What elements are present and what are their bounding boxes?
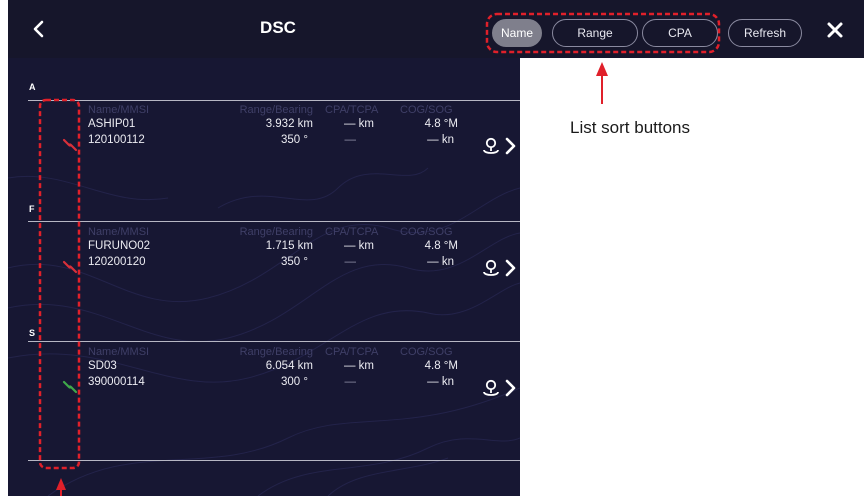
screen: DSC Name Range CPA Refresh A Name/MMSI R… — [0, 0, 864, 496]
list-bottom-divider — [28, 460, 520, 461]
locate-pin-icon[interactable] — [482, 136, 500, 156]
section-letter-a: A — [29, 82, 36, 92]
range-bearing-header: Range/Bearing — [239, 226, 313, 238]
cog-sog-header: COG/SOG — [400, 346, 453, 358]
range-bearing-header: Range/Bearing — [239, 104, 313, 116]
name-mmsi-header: Name/MMSI — [88, 226, 150, 238]
vessel-link-icon — [62, 138, 78, 152]
cpa-tcpa-header: CPA/TCPA — [325, 104, 379, 116]
sog-value: — kn — [427, 376, 454, 388]
tcpa-value: — — [344, 134, 357, 146]
dsc-list-panel[interactable]: A Name/MMSI Range/Bearing CPA/TCPA COG/S… — [8, 58, 520, 496]
chevron-right-icon[interactable] — [504, 378, 516, 398]
list-item[interactable]: Name/MMSI Range/Bearing CPA/TCPA COG/SOG… — [8, 346, 520, 426]
vessel-link-icon — [62, 380, 78, 394]
list-item[interactable]: Name/MMSI Range/Bearing CPA/TCPA COG/SOG… — [8, 104, 520, 184]
section-letter-s: S — [29, 328, 36, 338]
chevron-right-icon[interactable] — [504, 136, 516, 156]
tcpa-value: — — [344, 256, 357, 268]
range-value: 3.932 km — [265, 118, 313, 130]
name-mmsi-header: Name/MMSI — [88, 346, 150, 358]
cog-value: 4.8 °M — [424, 360, 458, 372]
cog-value: 4.8 °M — [424, 118, 458, 130]
cpa-value: — km — [343, 118, 374, 130]
sort-by-cpa-button[interactable]: CPA — [642, 19, 718, 47]
range-value: 6.054 km — [265, 360, 313, 372]
range-value: 1.715 km — [265, 240, 313, 252]
sort-by-name-button[interactable]: Name — [492, 19, 542, 47]
section-divider — [28, 100, 520, 101]
page-title: DSC — [260, 18, 296, 37]
vessel-mmsi: 120100112 — [88, 134, 145, 146]
cog-value: 4.8 °M — [424, 240, 458, 252]
annotation-label: List sort buttons — [570, 118, 691, 137]
list-item[interactable]: Name/MMSI Range/Bearing CPA/TCPA COG/SOG… — [8, 226, 520, 306]
vessel-name: ASHIP01 — [88, 118, 136, 130]
range-bearing-header: Range/Bearing — [239, 346, 313, 358]
section-letter-f: F — [29, 204, 35, 214]
vessel-mmsi: 390000114 — [88, 376, 145, 388]
bearing-value: 350 ° — [281, 134, 308, 146]
sog-value: — kn — [427, 134, 454, 146]
section-divider — [28, 221, 520, 222]
locate-pin-icon[interactable] — [482, 258, 500, 278]
vessel-mmsi: 120200120 — [88, 256, 146, 268]
vessel-link-icon — [62, 260, 78, 274]
chevron-right-icon[interactable] — [504, 258, 516, 278]
sog-value: — kn — [427, 256, 454, 268]
refresh-button[interactable]: Refresh — [728, 19, 802, 47]
locate-pin-icon[interactable] — [482, 378, 500, 398]
title-bar: DSC Name Range CPA Refresh — [8, 0, 864, 58]
tcpa-value: — — [344, 376, 357, 388]
cpa-tcpa-header: CPA/TCPA — [325, 226, 379, 238]
vessel-name: SD03 — [88, 360, 117, 372]
cpa-value: — km — [343, 360, 374, 372]
section-divider — [28, 341, 520, 342]
close-button[interactable] — [824, 16, 846, 42]
cpa-value: — km — [343, 240, 374, 252]
cpa-tcpa-header: CPA/TCPA — [325, 346, 379, 358]
vessel-name: FURUNO02 — [88, 240, 150, 252]
cog-sog-header: COG/SOG — [400, 104, 453, 116]
close-icon — [827, 22, 843, 38]
back-button[interactable] — [26, 15, 52, 43]
chevron-left-icon — [33, 20, 44, 38]
arrow-up-icon — [596, 62, 608, 76]
name-mmsi-header: Name/MMSI — [88, 104, 150, 116]
cog-sog-header: COG/SOG — [400, 226, 453, 238]
bearing-value: 350 ° — [281, 256, 308, 268]
bearing-value: 300 ° — [281, 376, 308, 388]
sort-by-range-button[interactable]: Range — [552, 19, 638, 47]
